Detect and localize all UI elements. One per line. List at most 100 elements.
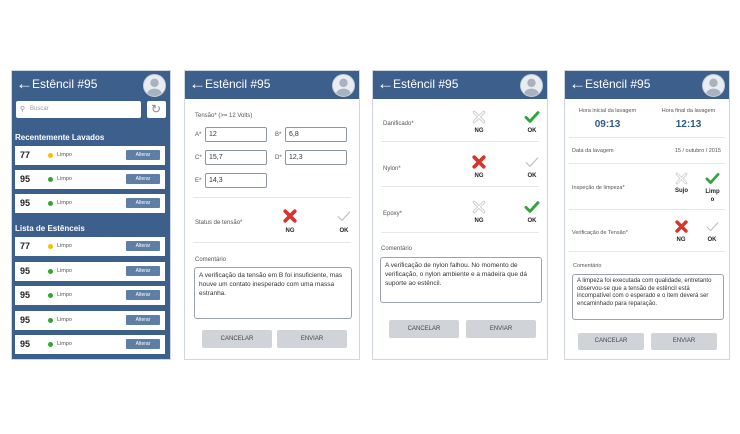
stencil-list-title: Lista de Estênceis [15, 224, 85, 233]
field-a-input[interactable]: 12 [205, 127, 267, 142]
stencil-number: 95 [20, 339, 31, 349]
stencil-row[interactable]: 77 Limpo Alterar [15, 237, 165, 256]
refresh-icon: ↻ [151, 102, 162, 116]
ng-x-icon[interactable] [471, 154, 487, 170]
status-dot-icon [48, 244, 53, 249]
status-text: Limpo [57, 176, 72, 182]
stencil-number: 77 [20, 150, 31, 160]
end-time-value[interactable]: 12:13 [651, 119, 726, 130]
back-arrow-icon[interactable]: ← [189, 74, 206, 94]
alter-button[interactable]: Alterar [126, 150, 160, 160]
stencil-row[interactable]: 95 Limpo Alterar [15, 310, 165, 330]
clean-label: Limpo [705, 189, 720, 203]
comment-textarea[interactable]: A verificação de nylon falhou. No moment… [380, 257, 542, 303]
wash-record-screen: ← Estêncil #95 Hora inicial da lavagem 0… [564, 70, 730, 360]
field-c-input[interactable]: 15,7 [205, 150, 267, 165]
cancel-button[interactable]: CANCELAR [202, 330, 272, 348]
alter-button[interactable]: Alterar [126, 339, 160, 349]
status-dot-icon [48, 268, 53, 274]
end-time-label: Hora final da lavagem [661, 108, 716, 114]
avatar[interactable] [702, 74, 725, 97]
status-text: Limpo [57, 267, 72, 274]
comment-textarea[interactable]: A limpeza foi executada com qualidade, e… [572, 274, 724, 320]
ng-label: NG [474, 218, 484, 224]
screen-title: Estêncil #95 [32, 77, 98, 91]
ng-x-icon[interactable] [674, 219, 689, 234]
status-dot-icon [48, 342, 53, 347]
alter-button[interactable]: Alterar [126, 198, 160, 208]
send-button[interactable]: ENVIAR [651, 333, 717, 350]
dirty-label: Sujo [675, 188, 688, 194]
stencil-number: 95 [20, 198, 31, 208]
avatar[interactable] [520, 74, 543, 97]
status-dot-icon [48, 317, 53, 323]
ok-check-icon[interactable] [524, 199, 540, 215]
comment-textarea[interactable]: A verificação da tensão em B foi insufic… [194, 267, 352, 319]
ok-check-outline-icon[interactable] [705, 219, 720, 234]
send-button[interactable]: ENVIAR [466, 320, 536, 338]
tension-check-label: Verificação de Tensão* [572, 230, 628, 236]
ng-x-icon[interactable] [282, 208, 298, 224]
field-d-input[interactable]: 12,3 [285, 150, 347, 165]
divider [569, 163, 725, 164]
send-button[interactable]: ENVIAR [277, 330, 347, 348]
stencil-row[interactable]: 95 Limpo Alterar [15, 335, 165, 354]
ok-label: OK [707, 237, 717, 243]
field-e-input[interactable]: 14,3 [205, 173, 267, 188]
alter-button[interactable]: Alterar [126, 174, 160, 184]
ng-x-outline-icon[interactable] [471, 199, 487, 215]
alter-button[interactable]: Alterar [126, 265, 160, 276]
alter-button[interactable]: Alterar [126, 314, 160, 325]
field-b-input[interactable]: 6,8 [285, 127, 347, 142]
back-arrow-icon[interactable]: ← [377, 74, 394, 94]
stencil-row[interactable]: 95 Limpo Alterar [15, 194, 165, 213]
cancel-button[interactable]: CANCELAR [578, 333, 644, 350]
ng-x-outline-icon[interactable] [471, 109, 487, 125]
avatar[interactable] [332, 74, 355, 97]
stencil-number: 95 [20, 265, 31, 276]
app-bar: ← Estêncil #95 [12, 71, 170, 99]
alter-button[interactable]: Alterar [126, 241, 160, 251]
search-input[interactable]: ⚲ Buscar [16, 101, 141, 118]
wash-date-label: Data da lavagem [572, 148, 614, 154]
status-text: Limpo [57, 292, 72, 298]
stencil-number: 95 [20, 314, 31, 325]
refresh-button[interactable]: ↻ [147, 101, 166, 118]
clean-check-icon[interactable] [705, 171, 720, 186]
divider [381, 141, 539, 142]
stencil-row[interactable]: 95 Limpo Alterar [15, 261, 165, 281]
divider [569, 251, 725, 252]
app-bar: ← Estêncil #95 [185, 71, 359, 99]
divider [193, 197, 351, 198]
status-dot-icon [48, 153, 53, 158]
divider [193, 242, 351, 243]
screen-title: Estêncil #95 [393, 77, 459, 91]
alter-button[interactable]: Alterar [126, 290, 160, 300]
divider [381, 186, 539, 187]
app-bar: ← Estêncil #95 [565, 71, 729, 99]
tension-label: Tensão* (>= 12 Volts) [195, 113, 253, 119]
back-arrow-icon[interactable]: ← [569, 74, 586, 94]
stencil-list-screen: ← Estêncil #95 ⚲ Buscar ↻ Recentemente L… [11, 70, 171, 360]
back-arrow-icon[interactable]: ← [16, 74, 33, 94]
recent-section-title: Recentemente Lavados [15, 133, 105, 142]
ok-check-outline-icon[interactable] [336, 208, 352, 224]
search-icon: ⚲ [20, 106, 26, 113]
stencil-row[interactable]: 77 Limpo Alterar [15, 146, 165, 165]
ok-check-icon[interactable] [524, 109, 540, 125]
ok-label: OK [527, 128, 537, 134]
start-time-value[interactable]: 09:13 [570, 119, 645, 130]
stencil-row[interactable]: 95 Limpo Alterar [15, 170, 165, 189]
screen-title: Estêncil #95 [205, 77, 271, 91]
field-e-label: E* [195, 178, 202, 184]
nylon-label: Nylon* [383, 166, 401, 172]
dirty-x-outline-icon[interactable] [674, 171, 689, 186]
stencil-row[interactable]: 95 Limpo Alterar [15, 286, 165, 305]
ok-label: OK [527, 173, 537, 179]
wash-date-value[interactable]: 15 / outubro / 2015 [675, 148, 721, 154]
divider [569, 209, 725, 210]
avatar[interactable] [143, 74, 166, 97]
ok-check-outline-icon[interactable] [524, 154, 540, 170]
cancel-button[interactable]: CANCELAR [389, 320, 459, 338]
status-text: Limpo [57, 200, 72, 206]
